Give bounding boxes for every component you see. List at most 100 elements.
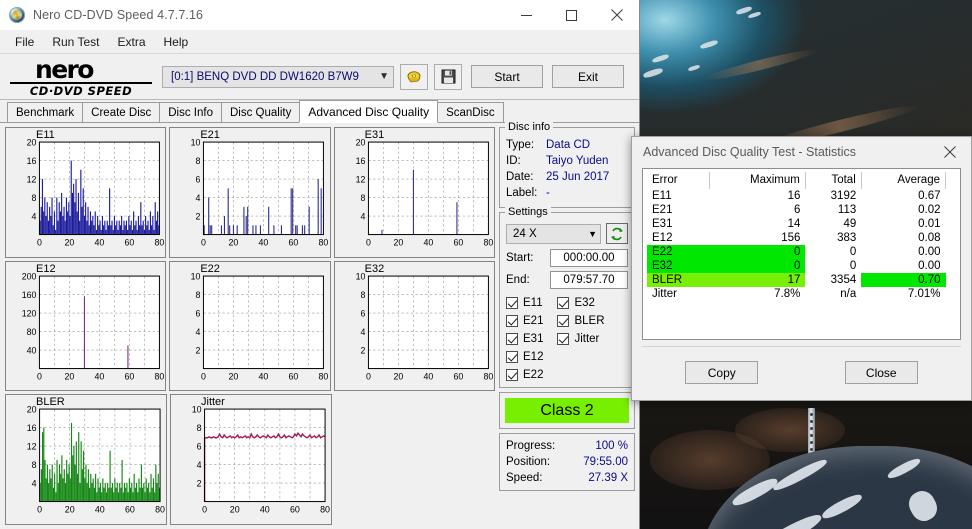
- menu-run-test[interactable]: Run Test: [43, 32, 108, 52]
- menu-help[interactable]: Help: [155, 32, 198, 52]
- disc-info-key-date: Date:: [506, 171, 534, 183]
- table-row[interactable]: E21 6 113 0.02: [647, 203, 956, 217]
- svg-text:16: 16: [27, 156, 37, 166]
- tabstrip: Benchmark Create Disc Disc Info Disc Qua…: [0, 100, 639, 123]
- checkbox-e31[interactable]: E31: [506, 333, 543, 345]
- checkbox-label-e12: E12: [523, 351, 544, 363]
- floppy-save-icon[interactable]: [434, 63, 462, 90]
- close-icon[interactable]: [594, 0, 639, 31]
- menu-extra[interactable]: Extra: [108, 32, 154, 52]
- cell-maximum: 17: [709, 273, 806, 287]
- cell-average: 7.01%: [907, 288, 941, 300]
- minimize-icon[interactable]: [504, 0, 549, 31]
- svg-text:10: 10: [355, 271, 365, 281]
- svg-text:0: 0: [37, 238, 42, 248]
- tab-create-disc[interactable]: Create Disc: [82, 102, 161, 122]
- cell-pad: [946, 217, 957, 231]
- close-icon[interactable]: [929, 137, 971, 166]
- cell-average: 0.67: [918, 190, 941, 202]
- checkbox-jitter[interactable]: Jitter: [557, 333, 604, 345]
- table-row[interactable]: Jitter 7.8% n/a 7.01%: [647, 287, 956, 301]
- svg-text:40: 40: [423, 371, 433, 381]
- cell-average: 0.02: [918, 204, 941, 216]
- nero-app-icon: [9, 7, 25, 23]
- drive-select[interactable]: [0:1] BENQ DVD DD DW1620 B7W9 ▼: [162, 65, 394, 88]
- table-row[interactable]: E12 156 383 0.08: [647, 231, 956, 245]
- maximize-icon[interactable]: [549, 0, 594, 31]
- svg-text:4: 4: [196, 193, 201, 203]
- position-row: Position: 79:55.00: [506, 454, 628, 470]
- svg-text:40: 40: [260, 505, 270, 515]
- tab-benchmark[interactable]: Benchmark: [7, 102, 84, 122]
- chart-plot-e32: 2 4 6 8 10 0 20 40 60 80: [355, 271, 493, 381]
- svg-text:0: 0: [366, 371, 371, 381]
- exit-button[interactable]: Exit: [552, 65, 624, 88]
- col-header-average: Average: [861, 172, 947, 189]
- speed-select[interactable]: 24 X ▼: [506, 223, 601, 244]
- copy-button[interactable]: Copy: [685, 361, 759, 384]
- svg-text:80: 80: [319, 238, 329, 248]
- status-badge: Class 2: [505, 398, 629, 423]
- cell-total: 3354: [830, 274, 857, 286]
- svg-text:8: 8: [32, 460, 37, 470]
- end-time-input[interactable]: 079:57.70: [550, 271, 628, 289]
- checkbox-e32[interactable]: E32: [557, 297, 604, 309]
- table-row[interactable]: BLER 17 3354 0.70: [647, 273, 956, 287]
- cell-maximum: 156: [781, 232, 801, 244]
- svg-text:20: 20: [27, 405, 37, 415]
- check-icon: [506, 369, 518, 381]
- position-key: Position:: [506, 456, 551, 468]
- checkbox-label-e21: E21: [523, 315, 544, 327]
- svg-text:40: 40: [95, 371, 105, 381]
- chart-plot-bler: 4 8 12 16 20 0 20 40 60 80: [27, 405, 165, 515]
- svg-text:40: 40: [423, 238, 433, 248]
- tab-disc-info[interactable]: Disc Info: [159, 102, 222, 122]
- svg-text:6: 6: [360, 308, 365, 318]
- speed-value: 27.39 X: [588, 472, 628, 484]
- checkbox-e22[interactable]: E22: [506, 369, 543, 381]
- chart-e32: E32 2 4 6 8 10 0 20 40 60 80: [333, 260, 495, 392]
- col-header-maximum: Maximum: [709, 172, 806, 189]
- checkbox-e12[interactable]: E12: [506, 351, 543, 363]
- cell-error: BLER: [647, 273, 710, 287]
- svg-text:20: 20: [393, 371, 403, 381]
- svg-text:60: 60: [290, 505, 300, 515]
- svg-text:0: 0: [201, 238, 206, 248]
- cell-total: n/a: [840, 288, 857, 300]
- disc-info-value-id: Taiyo Yuden: [546, 155, 609, 167]
- checkbox-bler[interactable]: BLER: [557, 315, 605, 327]
- disc-info-row-type: Type: Data CD: [506, 137, 628, 153]
- table-row[interactable]: E32 0 0 0.00: [647, 259, 956, 273]
- checkbox-e11[interactable]: E11: [506, 297, 543, 309]
- eject-disc-icon[interactable]: [400, 63, 428, 90]
- check-icon: [557, 315, 570, 327]
- nero-cd-dvd-speed-logo: nero CD·DVD SPEED: [8, 57, 154, 97]
- menu-file[interactable]: File: [6, 32, 43, 52]
- refresh-arrows-icon[interactable]: [606, 223, 628, 244]
- check-icon: [506, 297, 518, 309]
- cell-error: E22: [647, 245, 710, 259]
- svg-text:60: 60: [453, 238, 463, 248]
- svg-text:2: 2: [196, 345, 201, 355]
- cell-pad: [946, 189, 957, 203]
- svg-text:16: 16: [27, 423, 37, 433]
- start-button[interactable]: Start: [471, 65, 543, 88]
- cell-pad: [946, 259, 957, 273]
- tab-disc-quality[interactable]: Disc Quality: [221, 102, 301, 122]
- table-row[interactable]: E31 14 49 0.01: [647, 217, 956, 231]
- tab-advanced-disc-quality[interactable]: Advanced Disc Quality: [299, 100, 439, 123]
- disc-info-key-type: Type:: [506, 139, 535, 151]
- close-button[interactable]: Close: [844, 361, 918, 384]
- statistics-dialog-titlebar: Advanced Disc Quality Test - Statistics: [632, 137, 971, 166]
- table-row[interactable]: E11 16 3192 0.67: [647, 189, 956, 203]
- cell-total: 113: [837, 204, 857, 216]
- tab-scandisc[interactable]: ScanDisc: [437, 102, 504, 122]
- wallpaper-lower-section: [640, 400, 972, 529]
- table-row[interactable]: E22 0 0 0.00: [647, 245, 956, 259]
- svg-text:80: 80: [320, 505, 330, 515]
- svg-text:60: 60: [453, 371, 463, 381]
- cell-average: 0.70: [861, 273, 946, 287]
- checkbox-e21[interactable]: E21: [506, 315, 543, 327]
- start-time-input[interactable]: 000:00.00: [550, 249, 628, 267]
- svg-text:40: 40: [259, 238, 269, 248]
